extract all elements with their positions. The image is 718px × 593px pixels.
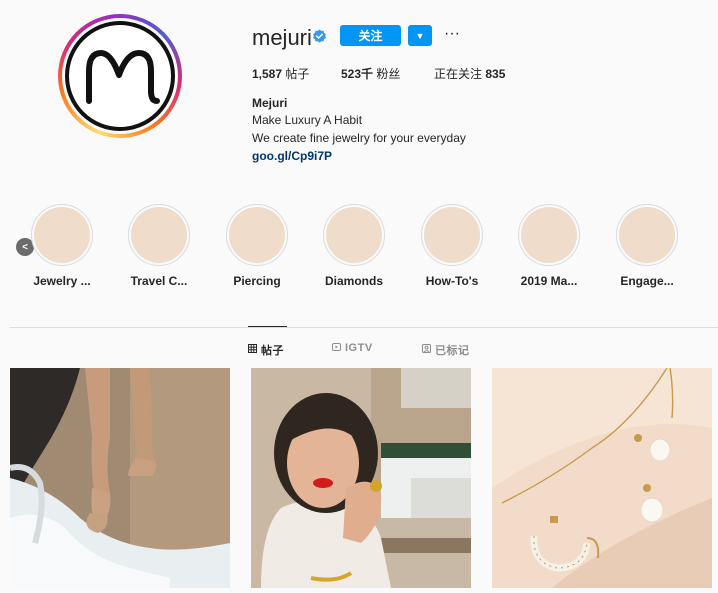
- stat-followers[interactable]: 523千 粉丝: [341, 65, 400, 82]
- highlight-ring: [128, 204, 190, 266]
- highlight-cover: [229, 207, 285, 263]
- highlight-item[interactable]: How-To's: [412, 204, 492, 288]
- following-count: 835: [485, 67, 506, 81]
- highlight-item[interactable]: Diamonds: [314, 204, 394, 288]
- tab-label: IGTV: [345, 342, 373, 354]
- tagged-icon: [422, 344, 431, 356]
- highlight-cover: [34, 207, 90, 263]
- followers-count: 523千: [341, 67, 374, 81]
- highlight-label: Diamonds: [324, 274, 383, 288]
- post-image-beach-feet: [10, 368, 230, 588]
- highlight-item[interactable]: Piercing: [217, 204, 297, 288]
- highlight-label: Engage...: [620, 274, 674, 288]
- post-image-jewelry: [492, 368, 712, 588]
- follow-button[interactable]: 关注: [340, 25, 401, 46]
- tab-igtv[interactable]: IGTV: [332, 342, 373, 354]
- grid-icon: [248, 344, 257, 356]
- mejuri-logo-mark: [86, 50, 160, 104]
- tab-posts[interactable]: 帖子: [248, 342, 284, 358]
- verified-badge-icon: [313, 29, 326, 43]
- highlight-ring: [31, 204, 93, 266]
- highlight-label: Piercing: [233, 274, 281, 288]
- tab-tagged[interactable]: 已标记: [422, 342, 470, 358]
- posts-count: 1,587: [252, 67, 283, 81]
- highlight-cover: [131, 207, 187, 263]
- avatar-inner-ring: [62, 18, 178, 134]
- post-image-portrait: [251, 368, 471, 588]
- mejuri-logo: [65, 21, 175, 131]
- chevron-down-icon: ▼: [415, 30, 425, 41]
- suggested-dropdown-button[interactable]: ▼: [408, 25, 432, 46]
- bio-line: Make Luxury A Habit: [252, 113, 363, 127]
- stat-following[interactable]: 正在关注 835: [434, 65, 505, 82]
- tab-label: 已标记: [435, 345, 470, 357]
- highlight-item[interactable]: Travel C...: [119, 204, 199, 288]
- highlight-ring: [226, 204, 288, 266]
- highlight-ring: [421, 204, 483, 266]
- tabs-divider: [10, 327, 718, 328]
- highlight-ring: [518, 204, 580, 266]
- more-options-button[interactable]: ···: [444, 25, 460, 43]
- profile-avatar[interactable]: [58, 14, 182, 138]
- highlight-label: How-To's: [425, 274, 479, 288]
- active-tab-indicator: [248, 326, 287, 327]
- igtv-icon: [332, 342, 341, 354]
- highlight-cover: [521, 207, 577, 263]
- highlight-label: Jewelry ...: [33, 274, 91, 288]
- following-label: 正在关注: [434, 67, 483, 81]
- tab-label: 帖子: [261, 345, 284, 357]
- highlight-cover: [424, 207, 480, 263]
- highlight-label: Travel C...: [130, 274, 188, 288]
- highlight-cover: [619, 207, 675, 263]
- stat-posts: 1,587 帖子: [252, 65, 309, 82]
- highlight-label: 2019 Ma...: [520, 274, 578, 288]
- highlight-item[interactable]: Jewelry ...: [22, 204, 102, 288]
- post-thumbnail[interactable]: [10, 368, 230, 588]
- highlight-ring: [323, 204, 385, 266]
- highlight-item[interactable]: 2019 Ma...: [509, 204, 589, 288]
- highlight-cover: [326, 207, 382, 263]
- bio-line: We create fine jewelry for your everyday: [252, 131, 466, 145]
- highlight-ring: [616, 204, 678, 266]
- post-thumbnail[interactable]: [492, 368, 712, 588]
- highlight-item[interactable]: Engage...: [607, 204, 687, 288]
- profile-full-name: Mejuri: [252, 96, 288, 110]
- posts-label: 帖子: [285, 67, 310, 81]
- followers-label: 粉丝: [376, 67, 401, 81]
- bio-link[interactable]: goo.gl/Cp9i7P: [252, 149, 332, 163]
- profile-username: mejuri: [252, 25, 312, 50]
- post-thumbnail[interactable]: [251, 368, 471, 588]
